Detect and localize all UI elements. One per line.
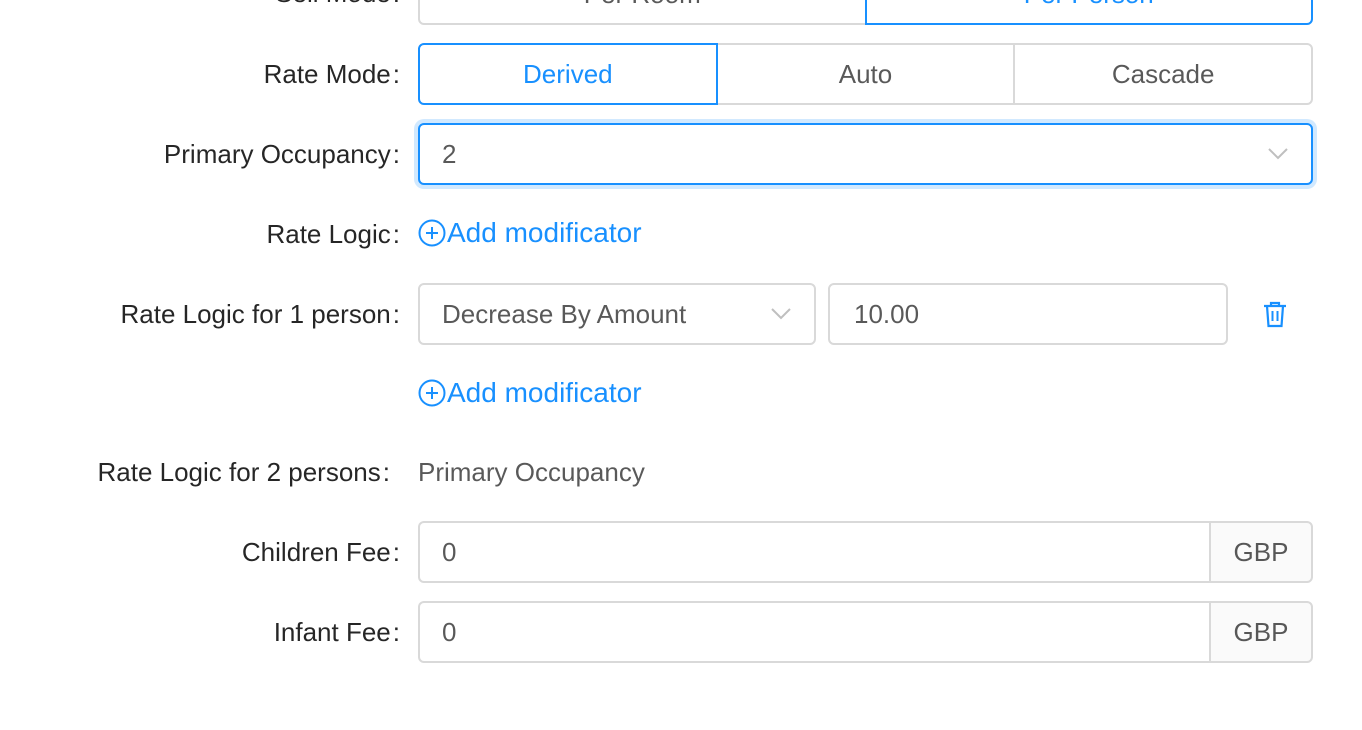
sell-mode-group: Per Room Per Person: [418, 0, 1313, 25]
rate-logic-2-value: Primary Occupancy: [418, 457, 645, 487]
sell-mode-option-per-room[interactable]: Per Room: [418, 0, 867, 25]
trash-icon[interactable]: [1260, 299, 1290, 329]
rate-mode-label: Rate Mode:: [263, 59, 400, 89]
infant-fee-label: Infant Fee:: [273, 617, 400, 647]
add-modificator-label: Add modificator: [447, 377, 642, 408]
add-modificator-button[interactable]: Add modificator: [418, 377, 642, 409]
add-modificator-label: Add modificator: [447, 217, 642, 248]
plus-circle-icon: [418, 219, 446, 247]
sell-mode-option-per-person[interactable]: Per Person: [864, 0, 1313, 25]
add-modificator-button[interactable]: Add modificator: [418, 217, 642, 249]
children-fee-input-group: GBP: [418, 521, 1313, 583]
primary-occupancy-label: Primary Occupancy:: [163, 139, 400, 169]
rate-mode-option-auto[interactable]: Auto: [715, 43, 1016, 105]
infant-fee-input[interactable]: [418, 601, 1209, 663]
infant-fee-currency: GBP: [1209, 601, 1313, 663]
primary-occupancy-select[interactable]: 2: [418, 123, 1313, 185]
rate-logic-1-amount-input[interactable]: [828, 283, 1228, 345]
chevron-down-icon: [770, 303, 792, 325]
rate-logic-label: Rate Logic:: [266, 219, 400, 249]
rate-logic-1-type-value: Decrease By Amount: [442, 298, 687, 329]
rate-settings-form: Sell Mode: Per Room Per Person Rate Mode…: [0, 0, 1362, 730]
children-fee-currency: GBP: [1209, 521, 1313, 583]
rate-logic-2-label: Rate Logic for 2 persons:: [97, 457, 390, 487]
sell-mode-label: Sell Mode:: [275, 0, 400, 9]
rate-logic-1-label: Rate Logic for 1 person:: [120, 299, 400, 329]
children-fee-label: Children Fee:: [241, 537, 400, 567]
rate-logic-1-type-select[interactable]: Decrease By Amount: [418, 283, 816, 345]
chevron-down-icon: [1267, 143, 1289, 165]
rate-mode-option-cascade[interactable]: Cascade: [1013, 43, 1314, 105]
rate-mode-option-derived[interactable]: Derived: [418, 43, 718, 105]
infant-fee-input-group: GBP: [418, 601, 1313, 663]
primary-occupancy-value: 2: [442, 138, 457, 169]
rate-mode-group: Derived Auto Cascade: [418, 43, 1314, 105]
children-fee-input[interactable]: [418, 521, 1209, 583]
plus-circle-icon: [418, 379, 446, 407]
